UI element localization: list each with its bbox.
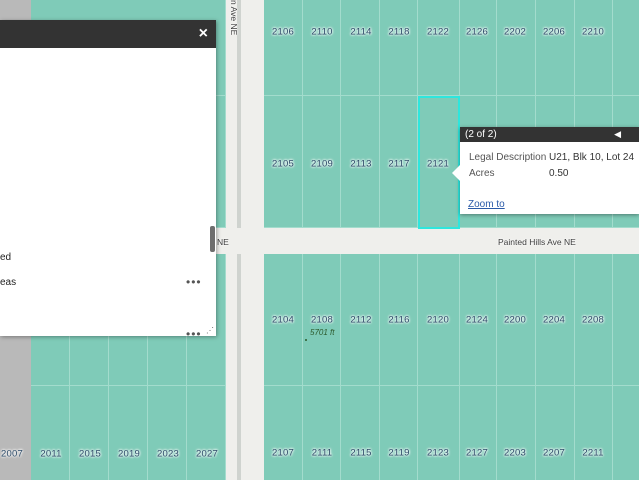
lot-number: 2200 xyxy=(504,314,526,326)
parcel[interactable] xyxy=(264,386,303,480)
lot-number: 2107 xyxy=(272,447,294,459)
street-label-vertical: n Ave NE xyxy=(229,0,239,36)
parcel[interactable] xyxy=(613,254,639,386)
lot-number: 2113 xyxy=(350,158,372,170)
parcel[interactable] xyxy=(380,0,418,96)
panel-text-line1: ed xyxy=(0,252,12,263)
parcel[interactable] xyxy=(497,386,536,480)
parcel[interactable] xyxy=(303,386,341,480)
lot-number: 2202 xyxy=(504,26,526,38)
previous-feature-icon[interactable]: ◀ xyxy=(614,127,621,142)
lot-number: 2105 xyxy=(272,158,294,170)
parcel[interactable] xyxy=(70,386,109,480)
zoom-to-link[interactable]: Zoom to xyxy=(468,199,505,210)
close-icon[interactable]: × xyxy=(199,25,208,43)
parcel[interactable] xyxy=(31,386,70,480)
panel-text-line2: eas xyxy=(0,277,17,288)
popup-pointer xyxy=(452,165,460,181)
lot-number: 2007 xyxy=(1,448,23,460)
parcel[interactable] xyxy=(536,386,575,480)
parcel[interactable] xyxy=(460,386,497,480)
parcel[interactable] xyxy=(341,0,380,96)
parcel[interactable] xyxy=(497,0,536,96)
lot-number: 2027 xyxy=(196,448,218,460)
lot-number: 2203 xyxy=(504,447,526,459)
side-panel[interactable]: × ed eas ••• ••• ⋰ xyxy=(0,20,216,341)
popup-label-acres: Acres xyxy=(469,168,495,179)
feature-popup[interactable]: (2 of 2) ◀ Legal Description U21, Blk 10… xyxy=(452,127,639,214)
lot-number: 2118 xyxy=(388,26,410,38)
street-label-ne-cut: NE xyxy=(217,237,229,247)
lot-number: 2116 xyxy=(388,314,410,326)
lot-number: 2120 xyxy=(427,314,449,326)
elevation-label: 5701 ft xyxy=(310,328,335,337)
parcel[interactable] xyxy=(148,386,187,480)
panel-scrollbar[interactable] xyxy=(208,48,216,336)
parcel[interactable] xyxy=(187,386,226,480)
lot-number: 2210 xyxy=(582,26,604,38)
lot-number: 2108 xyxy=(311,314,333,326)
parcel[interactable] xyxy=(303,0,341,96)
lot-number: 2111 xyxy=(311,447,333,459)
parcel[interactable] xyxy=(341,386,380,480)
lot-number: 2114 xyxy=(350,26,372,38)
parcel[interactable] xyxy=(575,386,613,480)
lot-number: 2115 xyxy=(350,447,372,459)
more-options-icon-bottom[interactable]: ••• xyxy=(186,327,202,341)
parcel[interactable] xyxy=(536,0,575,96)
lot-number: 2126 xyxy=(466,26,488,38)
lot-number: 2206 xyxy=(543,26,565,38)
lot-number: 2106 xyxy=(272,26,294,38)
resize-handle-icon[interactable]: ⋰ xyxy=(206,326,214,335)
parcel[interactable] xyxy=(418,386,460,480)
lot-number: 2127 xyxy=(466,447,488,459)
lot-number: 2119 xyxy=(388,447,410,459)
parcel[interactable] xyxy=(613,0,639,96)
lot-number: 2110 xyxy=(311,26,333,38)
lot-number: 2208 xyxy=(582,314,604,326)
popup-value-acres: 0.50 xyxy=(549,168,569,179)
lot-number: 2015 xyxy=(79,448,101,460)
popup-header: (2 of 2) ◀ xyxy=(460,127,639,142)
street-label-painted-hills: Painted Hills Ave NE xyxy=(498,237,576,247)
lot-number: 2207 xyxy=(543,447,565,459)
popup-count: (2 of 2) xyxy=(465,129,497,140)
popup-value-legal: U21, Blk 10, Lot 24 xyxy=(549,152,635,163)
scrollbar-thumb[interactable] xyxy=(210,226,215,252)
lot-number: 2023 xyxy=(157,448,179,460)
lot-number: 2104 xyxy=(272,314,294,326)
lot-number: 2124 xyxy=(466,314,488,326)
lot-number: 2011 xyxy=(40,448,62,460)
lot-number: 2112 xyxy=(350,314,372,326)
parcel[interactable] xyxy=(575,0,613,96)
parcel[interactable] xyxy=(109,386,148,480)
elevation-point xyxy=(305,339,307,341)
parcel[interactable] xyxy=(460,0,497,96)
panel-header: × xyxy=(0,20,216,48)
lot-number: 2204 xyxy=(543,314,565,326)
lot-number: 2211 xyxy=(582,447,604,459)
parcel[interactable] xyxy=(418,0,460,96)
lot-number: 2122 xyxy=(427,26,449,38)
parcel[interactable] xyxy=(264,0,303,96)
lot-number: 2117 xyxy=(388,158,410,170)
lot-number: 2109 xyxy=(311,158,333,170)
selected-parcel-outline[interactable] xyxy=(418,96,460,229)
lot-number: 2123 xyxy=(427,447,449,459)
popup-label-legal: Legal Description xyxy=(469,152,547,163)
parcel[interactable] xyxy=(613,386,639,480)
more-options-icon[interactable]: ••• xyxy=(186,275,202,289)
lot-number: 2019 xyxy=(118,448,140,460)
parcel[interactable] xyxy=(380,386,418,480)
